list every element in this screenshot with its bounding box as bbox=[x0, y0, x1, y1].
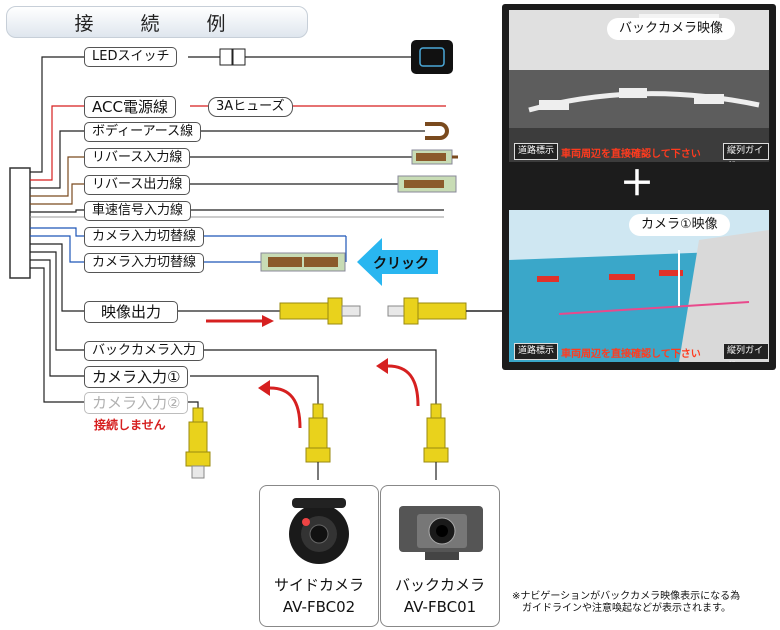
label-led-switch: LEDスイッチ bbox=[84, 47, 178, 67]
back-camera-view: バックカメラ映像 道路標示 車両周辺を直接確認して下さい 縦列ガイド bbox=[509, 10, 769, 162]
label-video-out: 映像出力 bbox=[84, 301, 178, 323]
footnote-line-2: ガイドラインや注意喚起などが表示されます。 bbox=[522, 603, 731, 614]
rca-plug-cam2 bbox=[185, 407, 211, 479]
warning-text: 車両周辺を直接確認して下さい bbox=[561, 149, 701, 160]
led-switch-unit bbox=[411, 40, 453, 74]
warning-text-2: 車両周辺を直接確認して下さい bbox=[561, 349, 701, 360]
road-marking-button[interactable]: 道路標示 bbox=[514, 143, 559, 160]
arrow-cam1 bbox=[269, 386, 302, 429]
label-cam-switch-1: カメラ入力切替線 bbox=[84, 227, 205, 247]
earth-terminal bbox=[425, 122, 449, 140]
back-camera-name: バックカメラ bbox=[394, 576, 485, 594]
label-reverse-in: リバース入力線 bbox=[84, 148, 191, 168]
control-unit bbox=[9, 167, 31, 279]
label-reverse-out: リバース出力線 bbox=[84, 175, 191, 195]
side-camera-card: サイドカメラ AV-FBC02 bbox=[259, 485, 379, 627]
camera1-view: カメラ①映像 道路標示 車両周辺を直接確認して下さい 縦列ガイド bbox=[509, 210, 769, 362]
label-back-cam-in: バックカメラ入力 bbox=[84, 341, 205, 361]
parallel-guide-button-2[interactable]: 縦列ガイド bbox=[723, 343, 769, 362]
label-body-earth: ボディーアース線 bbox=[84, 122, 202, 142]
side-camera-image bbox=[289, 498, 349, 564]
camera1-view-title: カメラ①映像 bbox=[629, 214, 730, 236]
parallel-guide-button[interactable]: 縦列ガイド bbox=[723, 143, 769, 162]
back-camera-card: バックカメラ AV-FBC01 bbox=[380, 485, 500, 627]
label-fuse: 3Aヒューズ bbox=[208, 97, 293, 117]
side-camera-model: AV-FBC02 bbox=[282, 598, 356, 616]
label-acc: ACC電源線 bbox=[84, 96, 176, 118]
led-switch-wire bbox=[30, 56, 84, 173]
road-marking-button-2[interactable]: 道路標示 bbox=[514, 343, 559, 360]
plus-sign: ＋ bbox=[620, 164, 654, 204]
rca-plug-back bbox=[423, 403, 449, 480]
back-camera-model: AV-FBC01 bbox=[403, 598, 477, 616]
acc-wire bbox=[30, 105, 84, 181]
footnote-line-1: ※ナビゲーションがバックカメラ映像表示になる為 bbox=[512, 591, 741, 602]
not-connected-label: 接続しません bbox=[94, 418, 166, 432]
arrow-back bbox=[387, 364, 420, 407]
label-cam-switch-2: カメラ入力切替線 bbox=[84, 253, 205, 273]
back-view-title: バックカメラ映像 bbox=[607, 18, 736, 40]
label-speed-signal: 車速信号入力線 bbox=[84, 201, 192, 221]
back-camera-image bbox=[399, 506, 483, 560]
navigation-screen: バックカメラ映像 道路標示 車両周辺を直接確認して下さい 縦列ガイド ＋ カメラ… bbox=[502, 4, 776, 370]
rca-plug-cam1 bbox=[305, 403, 331, 480]
label-cam-in-1: カメラ入力① bbox=[84, 366, 189, 388]
label-cam-in-2: カメラ入力② bbox=[84, 392, 189, 414]
click-label: クリック bbox=[373, 256, 429, 272]
side-camera-name: サイドカメラ bbox=[273, 576, 364, 594]
